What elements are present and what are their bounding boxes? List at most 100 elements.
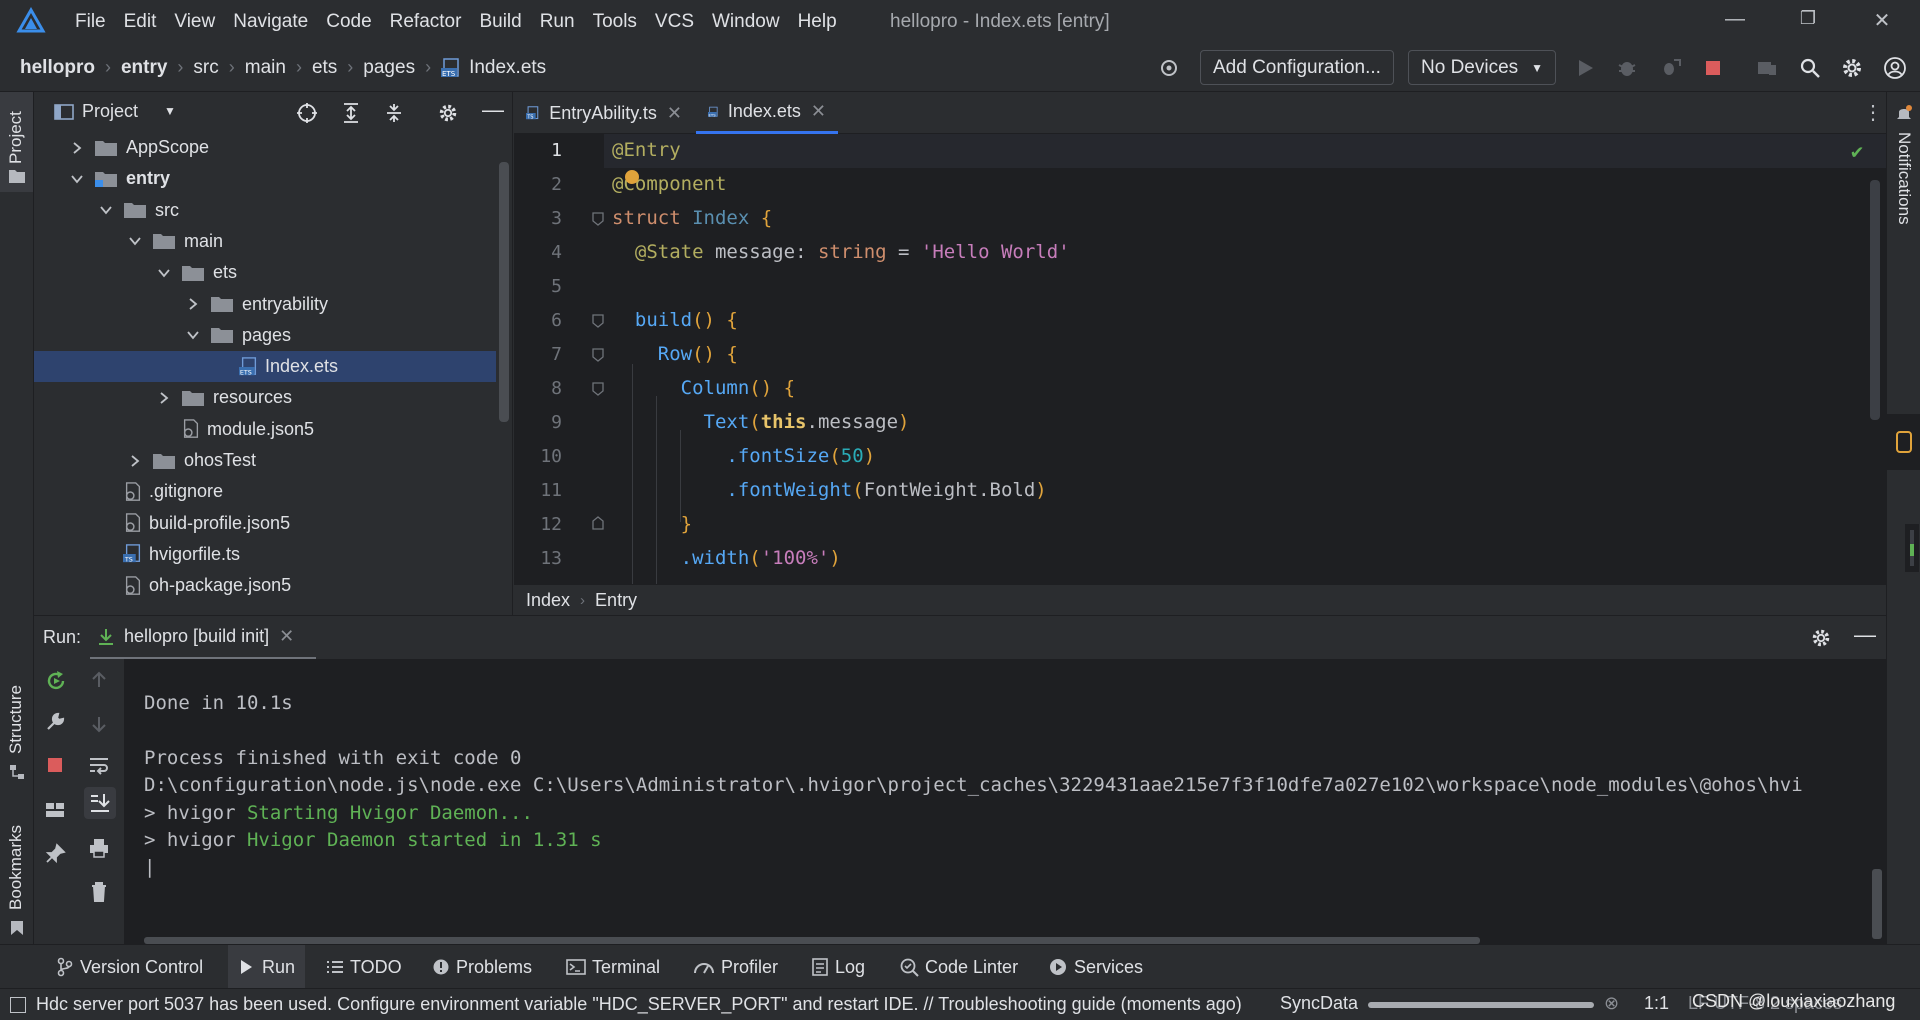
menu-edit[interactable]: Edit <box>115 11 166 33</box>
fold-marker-icon[interactable] <box>592 314 604 328</box>
fold-marker-icon[interactable] <box>592 212 604 226</box>
tree-item[interactable]: TS hvigorfile.ts <box>34 539 496 570</box>
close-tab-icon[interactable]: ✕ <box>279 626 294 647</box>
collapse-all-icon[interactable] <box>383 102 405 124</box>
select-opened-file-icon[interactable] <box>296 102 318 124</box>
editor-crumb-index[interactable]: Index <box>526 590 570 611</box>
account-icon[interactable] <box>1883 56 1907 80</box>
tree-item[interactable]: ohosTest <box>34 445 496 476</box>
tree-item[interactable]: src <box>34 195 496 226</box>
project-tool-button[interactable]: Project <box>0 92 33 192</box>
pin-icon[interactable] <box>44 843 66 865</box>
tree-item[interactable]: oh-package.json5 <box>34 570 496 601</box>
add-configuration-button[interactable]: Add Configuration... <box>1200 50 1394 85</box>
code-editor[interactable]: 1 2 3 4 5 6 7 8 9 10 11 12 13 @Entry @Component stru… <box>514 134 1886 584</box>
status-message[interactable]: Hdc server port 5037 has been used. Conf… <box>36 994 1242 1015</box>
run-icon[interactable] <box>1573 56 1597 80</box>
device-manager-icon[interactable] <box>1755 56 1779 80</box>
device-selector[interactable]: No Devices ▼ <box>1408 50 1556 85</box>
tab-problems[interactable]: Problems <box>422 945 542 989</box>
breadcrumb-project[interactable]: hellopro <box>20 57 95 79</box>
tree-item[interactable]: ETS Index.ets <box>34 351 496 383</box>
tree-item[interactable]: entryability <box>34 289 496 320</box>
tree-item[interactable]: main <box>34 226 496 257</box>
toggle-tool-windows-icon[interactable] <box>10 996 26 1013</box>
tree-item[interactable]: .gitignore <box>34 476 496 507</box>
tree-item[interactable]: AppScope <box>34 132 496 163</box>
chevron-down-icon[interactable] <box>186 328 200 342</box>
tab-log[interactable]: Log <box>801 945 875 989</box>
menu-vcs[interactable]: VCS <box>646 11 703 33</box>
breadcrumb-file[interactable]: Index.ets <box>469 57 546 79</box>
caret-position[interactable]: 1:1 <box>1644 993 1669 1014</box>
tab-entryability[interactable]: TS EntryAbility.ts ✕ <box>514 92 694 134</box>
soft-wrap-icon[interactable] <box>88 754 110 776</box>
menu-window[interactable]: Window <box>703 11 789 33</box>
device-emulator-button[interactable] <box>1887 414 1920 470</box>
fold-marker-icon[interactable] <box>592 382 604 396</box>
settings-gear-icon[interactable] <box>1840 56 1864 80</box>
chevron-right-icon[interactable] <box>70 141 84 155</box>
lightbulb-icon[interactable] <box>625 170 639 184</box>
attach-debugger-icon[interactable] <box>1658 56 1682 80</box>
tab-terminal[interactable]: Terminal <box>556 945 670 989</box>
run-settings-icon[interactable] <box>1810 627 1832 649</box>
tree-item[interactable]: ets <box>34 257 496 288</box>
minimize-icon[interactable]: — <box>1715 8 1755 36</box>
breadcrumb-ets[interactable]: ets <box>312 57 337 79</box>
menu-build[interactable]: Build <box>470 11 530 33</box>
breadcrumb-module[interactable]: entry <box>121 57 167 79</box>
target-icon[interactable] <box>1157 56 1181 80</box>
menu-navigate[interactable]: Navigate <box>224 11 317 33</box>
chevron-right-icon[interactable] <box>186 297 200 311</box>
menu-refactor[interactable]: Refactor <box>381 11 471 33</box>
tree-item[interactable]: build-profile.json5 <box>34 508 496 539</box>
rerun-icon[interactable] <box>44 669 68 693</box>
tree-item[interactable]: pages <box>34 320 496 351</box>
debug-icon[interactable] <box>1615 56 1639 80</box>
structure-tool-button[interactable]: Structure <box>0 672 33 792</box>
close-icon[interactable]: ✕ <box>1862 8 1902 36</box>
notifications-tool-button[interactable]: Notifications <box>1887 92 1920 242</box>
project-view-selector[interactable]: Project <box>82 101 138 122</box>
tab-index[interactable]: ETS Index.ets ✕ <box>696 92 838 134</box>
editor-crumb-entry[interactable]: Entry <box>595 590 637 611</box>
tab-version-control[interactable]: Version Control <box>46 945 213 989</box>
chevron-down-icon[interactable] <box>128 234 142 248</box>
panel-settings-icon[interactable] <box>437 102 459 124</box>
hide-panel-icon[interactable]: — <box>482 97 504 123</box>
close-tab-icon[interactable]: ✕ <box>667 103 682 124</box>
fold-marker-icon[interactable] <box>592 348 604 362</box>
search-icon[interactable] <box>1798 56 1822 80</box>
chevron-down-icon[interactable] <box>99 203 113 217</box>
wrench-icon[interactable] <box>44 711 66 733</box>
stop-icon[interactable] <box>1701 56 1725 80</box>
no-problems-check-icon[interactable]: ✔ <box>1851 139 1863 163</box>
menu-run[interactable]: Run <box>531 11 584 33</box>
tab-todo[interactable]: TODO <box>316 945 412 989</box>
hide-panel-icon[interactable]: — <box>1854 622 1876 648</box>
menu-view[interactable]: View <box>165 11 224 33</box>
cancel-sync-icon[interactable]: ⊗ <box>1604 993 1619 1014</box>
chevron-down-icon[interactable]: ▼ <box>164 104 176 118</box>
layout-icon[interactable] <box>44 799 66 821</box>
run-tab[interactable]: hellopro [build init] ✕ <box>90 616 316 660</box>
breadcrumb-main[interactable]: main <box>245 57 286 79</box>
chevron-down-icon[interactable] <box>157 266 171 280</box>
print-icon[interactable] <box>88 837 110 859</box>
trash-icon[interactable] <box>88 881 110 903</box>
run-console-output[interactable]: Done in 10.1s Process finished with exit… <box>124 659 1886 944</box>
tree-item[interactable]: resources <box>34 382 496 413</box>
editor-scrollbar[interactable] <box>1870 180 1880 420</box>
close-tab-icon[interactable]: ✕ <box>811 101 826 122</box>
chevron-right-icon[interactable] <box>128 454 142 468</box>
scroll-to-end-button[interactable] <box>84 787 116 819</box>
console-vertical-scrollbar[interactable] <box>1872 869 1882 939</box>
tree-item[interactable]: entry <box>34 163 496 194</box>
breadcrumb-pages[interactable]: pages <box>363 57 415 79</box>
tab-run[interactable]: Run <box>228 945 306 989</box>
menu-help[interactable]: Help <box>789 11 846 33</box>
tab-profiler[interactable]: Profiler <box>683 945 788 989</box>
tab-code-linter[interactable]: Code Linter <box>889 945 1028 989</box>
arrow-up-icon[interactable] <box>88 669 110 691</box>
